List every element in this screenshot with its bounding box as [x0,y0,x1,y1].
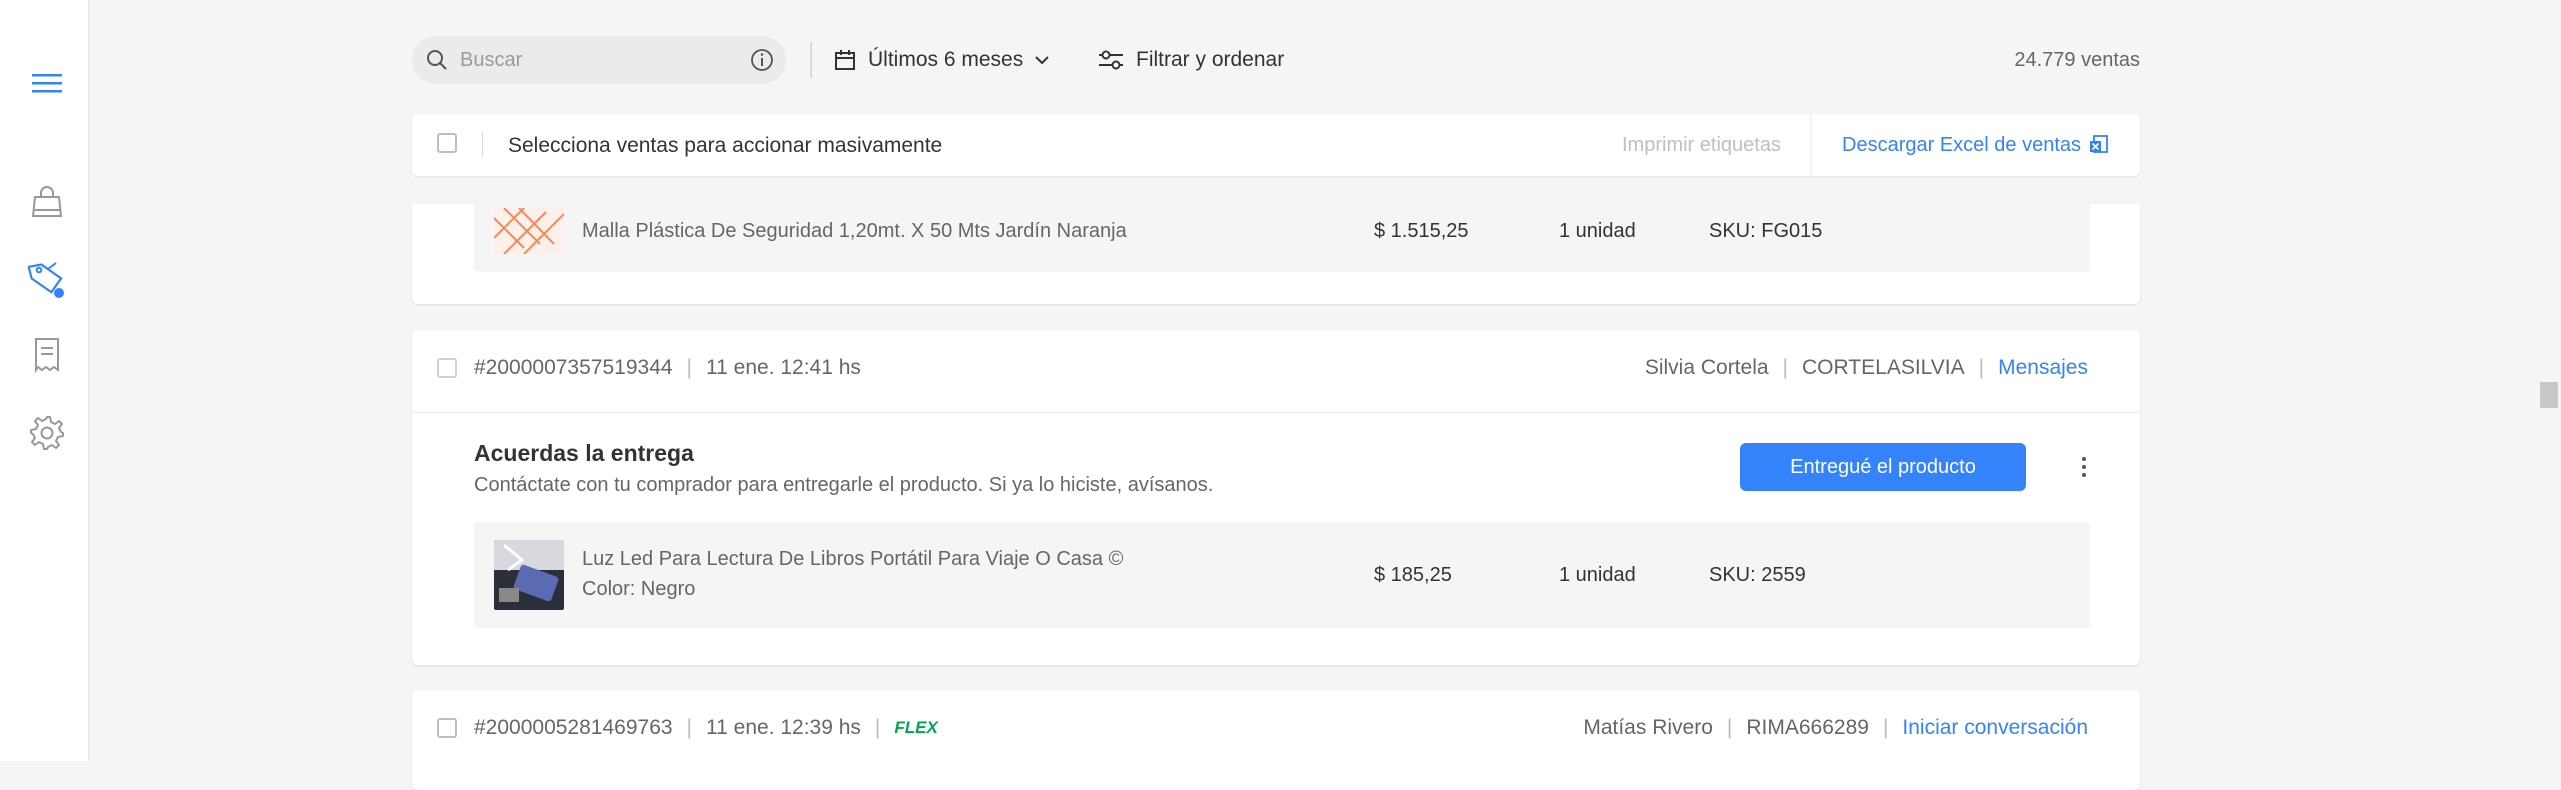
tag-icon[interactable] [26,258,68,300]
sidebar [0,0,89,761]
filter-sort-button[interactable]: Filtrar y ordenar [1098,42,1284,78]
buyer-nickname: CORTELASILVIA [1802,356,1965,379]
bag-icon[interactable] [26,180,68,222]
search-box[interactable] [412,36,786,84]
separator: | [1782,356,1789,379]
bulk-actions-label: Selecciona ventas para accionar masivame… [508,134,943,157]
order-checkbox[interactable] [437,718,457,738]
flex-badge: FLEX [894,718,938,737]
product-sku: SKU: 2559 [1709,564,1806,586]
order-card: #2000005281469763 | 11 ene. 12:39 hs | F… [412,690,2140,790]
calendar-icon [834,49,856,71]
more-options-icon[interactable] [2072,451,2096,483]
search-input[interactable] [458,47,752,73]
info-icon[interactable] [750,48,774,72]
product-row: Luz Led Para Lectura De Libros Portátil … [474,522,2090,628]
product-variant: Color: Negro [582,578,696,600]
buyer-nickname: RIMA666289 [1746,716,1869,739]
order-id[interactable]: #2000005281469763 [474,716,673,740]
start-conversation-link[interactable]: Iniciar conversación [1902,716,2088,740]
product-thumbnail [494,208,564,254]
separator: | [1726,716,1733,739]
product-quantity: 1 unidad [1559,564,1636,586]
order-id[interactable]: #2000007357519344 [474,356,673,380]
delivered-product-button[interactable]: Entregué el producto [1740,443,2026,491]
separator: | [1978,356,1985,379]
bulk-divider-2 [1810,114,1812,176]
buyer-info: Silvia Cortela | CORTELASILVIA | Mensaje… [1645,356,2088,380]
order-checkbox[interactable] [437,358,457,378]
buyer-name: Matías Rivero [1583,716,1713,739]
order-date: 11 ene. 12:41 hs [706,356,861,379]
buyer-info: Matías Rivero | RIMA666289 | Iniciar con… [1583,716,2088,740]
separator: | [874,716,881,739]
select-all-checkbox[interactable] [437,133,457,153]
product-sku: SKU: FG015 [1709,220,1823,242]
order-meta: #2000005281469763 | 11 ene. 12:39 hs | F… [474,716,938,740]
chevron-down-icon [1035,55,1049,65]
product-price: $ 1.515,25 [1374,220,1469,242]
sales-count: 24.779 ventas [2014,49,2140,71]
excel-file-icon [2089,134,2109,157]
product-title[interactable]: Luz Led Para Lectura De Libros Portátil … [582,548,1123,571]
product-thumbnail [494,540,564,610]
order-header: #2000007357519344 | 11 ene. 12:41 hs Sil… [412,330,2140,413]
separator: | [1882,716,1889,739]
order-card: Malla Plástica De Seguridad 1,20mt. X 50… [412,204,2140,304]
status-description: Contáctate con tu comprador para entrega… [474,474,1214,496]
sliders-icon [1098,49,1124,71]
product-quantity: 1 unidad [1559,220,1636,242]
bulk-divider [482,132,483,158]
date-filter-button[interactable]: Últimos 6 meses [834,42,1049,78]
download-excel-label: Descargar Excel de ventas [1842,134,2082,156]
separator: | [686,716,693,739]
product-price: $ 185,25 [1374,564,1452,586]
print-labels-button[interactable]: Imprimir etiquetas [1622,134,1781,157]
order-card: #2000007357519344 | 11 ene. 12:41 hs Sil… [412,330,2140,665]
toolbar-divider [810,42,812,78]
menu-icon[interactable] [26,62,68,104]
bulk-actions-bar: Selecciona ventas para accionar masivame… [412,114,2140,176]
product-title[interactable]: Malla Plástica De Seguridad 1,20mt. X 50… [582,220,1127,243]
product-row: Malla Plástica De Seguridad 1,20mt. X 50… [474,204,2090,272]
receipt-icon[interactable] [26,334,68,376]
search-icon [426,49,448,71]
buyer-name: Silvia Cortela [1644,356,1769,379]
order-header: #2000005281469763 | 11 ene. 12:39 hs | F… [412,690,2140,772]
filter-sort-label: Filtrar y ordenar [1136,48,1285,71]
download-excel-button[interactable]: Descargar Excel de ventas [1842,134,2109,157]
status-title: Acuerdas la entrega [474,440,694,466]
date-filter-label: Últimos 6 meses [868,48,1024,71]
scrollbar-thumb[interactable] [2540,382,2558,408]
order-meta: #2000007357519344 | 11 ene. 12:41 hs [474,356,861,380]
main-content: Últimos 6 meses Filtrar y ordenar 24.779… [412,0,2140,790]
gear-icon[interactable] [26,412,68,454]
order-date: 11 ene. 12:39 hs [706,716,861,739]
messages-link[interactable]: Mensajes [1998,356,2088,380]
separator: | [686,356,693,379]
